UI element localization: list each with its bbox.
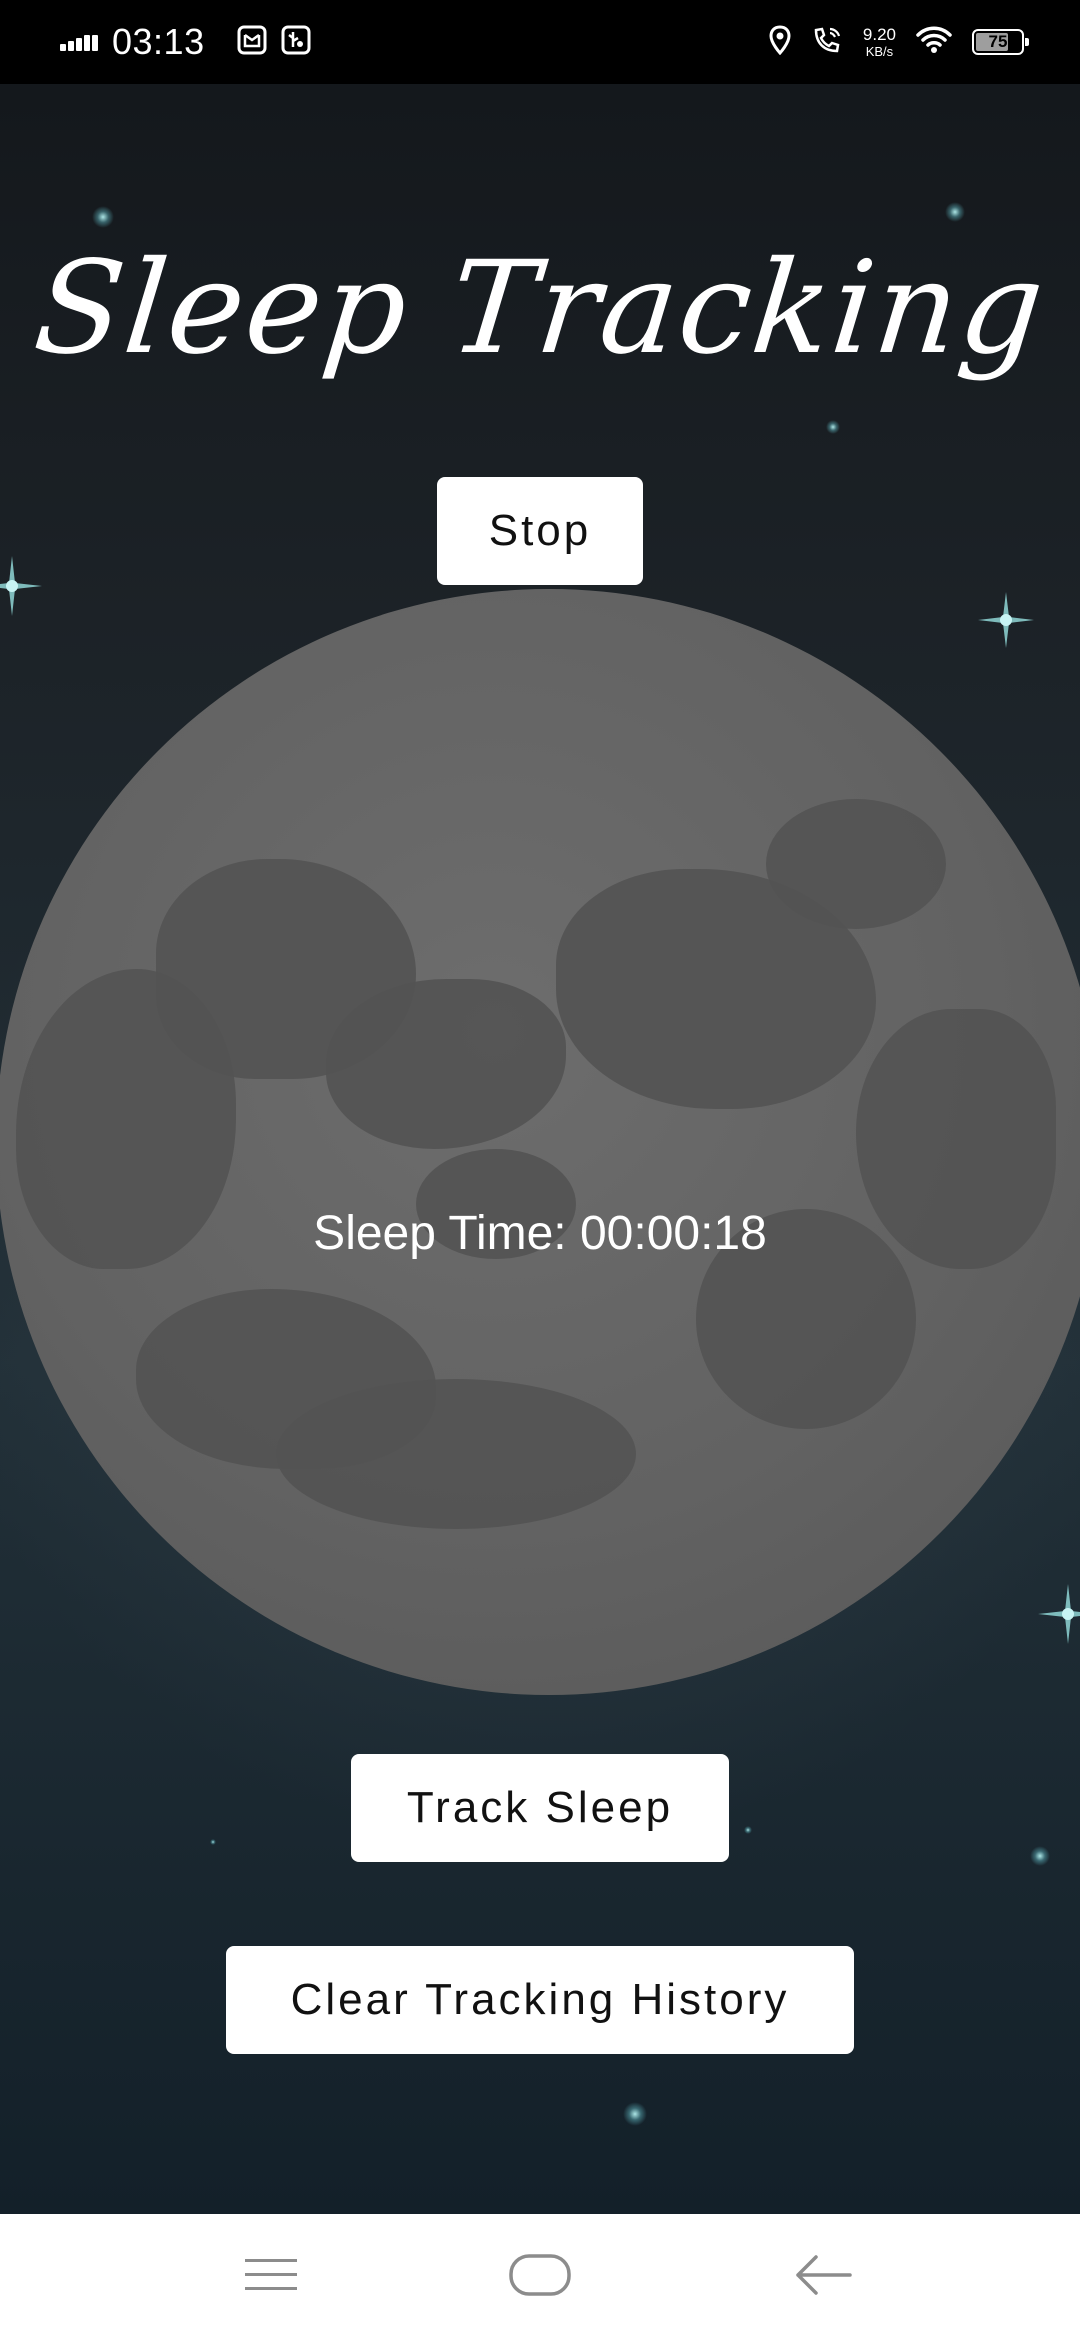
status-bar: 03:13 9.20 KB/s 75 [0, 0, 1080, 84]
back-button[interactable] [764, 2214, 884, 2340]
star-decoration [92, 206, 114, 228]
network-speed-unit: KB/s [865, 44, 894, 59]
menu-icon [243, 2255, 299, 2299]
battery-icon: 75 [972, 29, 1029, 55]
menu-button[interactable] [211, 2214, 331, 2340]
moon-crater [766, 799, 946, 929]
location-icon [769, 25, 791, 59]
sparkle-decoration [978, 592, 1034, 652]
wifi-calling-icon [811, 25, 843, 59]
moon-crater [326, 979, 566, 1149]
sleep-time-display: Sleep Time: 00:00:18 [313, 1207, 767, 1260]
clear-history-button[interactable]: Clear Tracking History [226, 1946, 854, 2054]
navigation-bar [0, 2214, 1080, 2340]
status-time: 03:13 [112, 21, 205, 62]
network-speed-value: 9.20 [862, 25, 896, 44]
star-decoration [210, 1839, 216, 1845]
network-speed: 9.20 KB/s [863, 26, 896, 58]
back-icon [794, 2253, 854, 2301]
page-title: Sleep Tracking [28, 234, 1052, 383]
star-decoration [945, 202, 965, 222]
home-button[interactable] [480, 2214, 600, 2340]
signal-icon [60, 29, 98, 55]
home-icon [508, 2253, 572, 2301]
wifi-icon [916, 26, 952, 58]
usb-icon [281, 25, 311, 59]
star-decoration [623, 2102, 647, 2126]
stop-button[interactable]: Stop [437, 477, 643, 585]
star-decoration [1030, 1846, 1050, 1866]
star-decoration [826, 420, 840, 434]
sparkle-decoration [1038, 1584, 1080, 1648]
track-sleep-button[interactable]: Track Sleep [351, 1754, 729, 1862]
sparkle-decoration [0, 556, 42, 620]
moon-illustration [0, 589, 1080, 1695]
screen: 03:13 9.20 KB/s 75 Sleep Tracking Stop S… [0, 0, 1080, 2340]
moon-crater [276, 1379, 636, 1529]
battery-level: 75 [988, 32, 1008, 51]
app-content: Sleep Tracking Stop Sleep Time: 00:00:18… [0, 84, 1080, 2214]
mail-icon [237, 25, 267, 59]
star-decoration [744, 1826, 752, 1834]
